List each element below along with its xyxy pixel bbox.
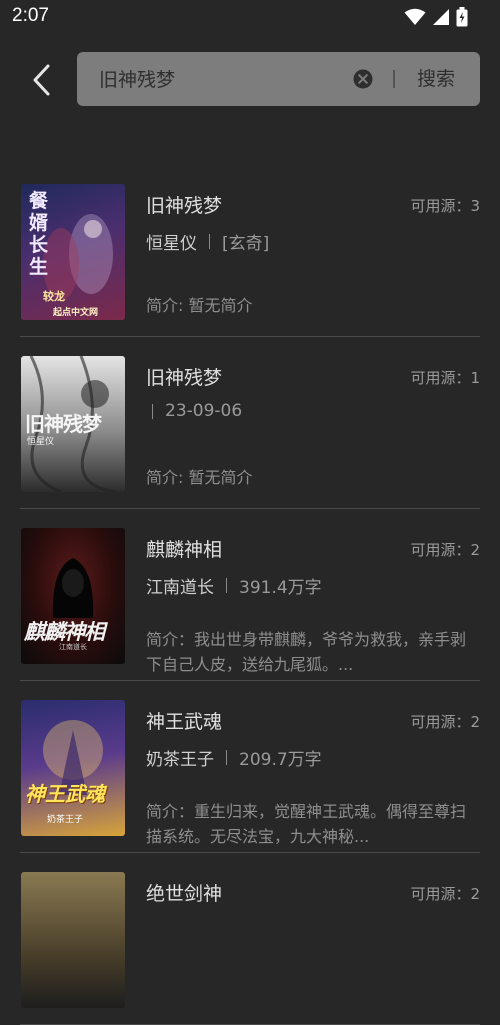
book-meta: 奶茶王子 209.7万字	[146, 745, 322, 770]
book-meta: 江南道长 391.4万字	[146, 573, 322, 598]
book-title: 旧神残梦	[146, 367, 223, 389]
book-meta: 恒星仪 [玄奇]	[146, 229, 269, 254]
cover-author: 较龙	[43, 290, 65, 303]
book-meta: 23-09-06	[152, 401, 242, 421]
cover-author: 奶茶王子	[47, 815, 84, 825]
book-title: 旧神残梦	[146, 195, 223, 217]
book-author: 奶茶王子	[146, 750, 214, 770]
book-cover	[21, 872, 125, 1008]
book-intro: 简介：重生归来，觉醒神王武魂。偶得至尊扫描系统。无尽法宝，九大神秘...	[146, 802, 467, 846]
source-count: 可用源：2	[410, 713, 480, 731]
status-icons	[404, 7, 468, 27]
book-title: 神王武魂	[146, 711, 223, 733]
signal-icon	[432, 8, 450, 26]
list-item[interactable]: 绝世剑神 可用源：2	[0, 853, 500, 1025]
book-intro: 简介: 暂无简介	[146, 468, 253, 487]
cover-title: 餐婿长生	[29, 190, 49, 278]
list-item[interactable]: 餐婿长生 较龙 起点中文网 旧神残梦 可用源：3 恒星仪 [玄奇] 简介: 暂无…	[0, 165, 500, 337]
result-list: 餐婿长生 较龙 起点中文网 旧神残梦 可用源：3 恒星仪 [玄奇] 简介: 暂无…	[0, 165, 500, 1025]
book-title: 麒麟神相	[146, 539, 223, 561]
wifi-icon	[404, 8, 426, 26]
list-item[interactable]: 旧神残梦 恒星仪 旧神残梦 可用源：1 23-09-06 简介: 暂无简介	[0, 337, 500, 509]
back-button[interactable]	[28, 60, 58, 100]
book-kind: 23-09-06	[165, 401, 243, 421]
book-author: 江南道长	[146, 578, 214, 598]
search-bar: 搜索	[77, 52, 480, 108]
book-kind: 209.7万字	[239, 750, 322, 770]
meta-divider	[226, 750, 227, 765]
battery-icon	[456, 7, 468, 27]
source-count: 可用源：2	[410, 885, 480, 903]
meta-divider	[226, 578, 227, 593]
source-count: 可用源：1	[410, 369, 480, 387]
list-item[interactable]: 麒麟神相 江南道长 麒麟神相 可用源：2 江南道长 391.4万字 简介：我出世…	[0, 509, 500, 681]
book-cover: 神王武魂 奶茶王子	[21, 700, 125, 836]
book-cover: 旧神残梦 恒星仪	[21, 356, 125, 492]
source-count: 可用源：2	[410, 541, 480, 559]
cover-title: 神王武魂	[25, 782, 105, 806]
meta-divider	[152, 403, 153, 419]
meta-divider	[209, 234, 210, 249]
book-cover: 麒麟神相 江南道长	[21, 528, 125, 664]
cover-title: 旧神残梦	[25, 412, 102, 436]
cover-author: 江南道长	[59, 643, 87, 651]
search-divider	[393, 70, 395, 88]
list-item[interactable]: 神王武魂 奶茶王子 神王武魂 可用源：2 奶茶王子 209.7万字 简介：重生归…	[0, 681, 500, 853]
search-button[interactable]: 搜索	[417, 52, 455, 106]
cover-author: 恒星仪	[27, 437, 55, 447]
book-intro: 简介: 暂无简介	[146, 296, 253, 315]
status-bar: 2:07	[0, 0, 500, 34]
book-cover: 餐婿长生 较龙 起点中文网	[21, 184, 125, 320]
book-kind: 391.4万字	[239, 578, 322, 598]
search-input[interactable]	[97, 52, 341, 108]
book-kind: [玄奇]	[222, 234, 270, 254]
book-intro: 简介：我出世身带麒麟，爷爷为救我，亲手剥下自己人皮，送给九尾狐。...	[146, 630, 467, 674]
source-count: 可用源：3	[410, 197, 480, 215]
status-time: 2:07	[12, 5, 49, 26]
book-author: 恒星仪	[146, 234, 197, 254]
cover-publisher: 起点中文网	[53, 308, 99, 318]
clear-icon[interactable]	[353, 69, 373, 89]
book-title: 绝世剑神	[146, 883, 223, 905]
